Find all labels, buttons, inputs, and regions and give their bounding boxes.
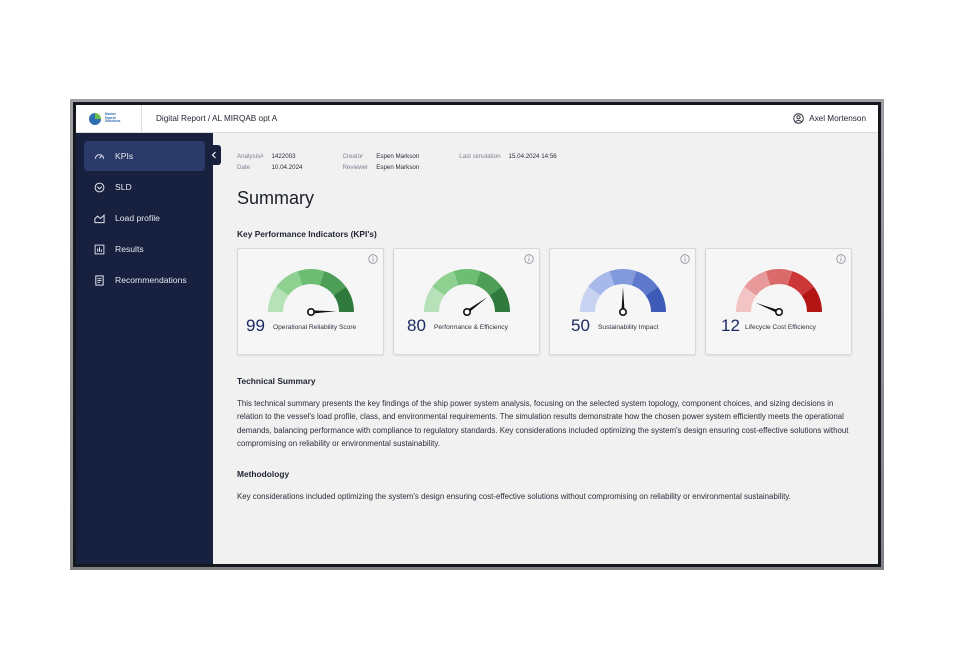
sidebar-item-recommendations[interactable]: Recommendations: [84, 265, 205, 295]
sidebar-item-label: SLD: [115, 182, 132, 192]
gauge-hub: [774, 307, 783, 316]
app-screen: Marine Hybrid Solutions Digital Report /…: [76, 105, 878, 564]
kpi-label: Performance & Efficiency: [434, 324, 508, 331]
monitor-bezel: Marine Hybrid Solutions Digital Report /…: [73, 102, 881, 567]
analysis-value: 1422003: [271, 153, 296, 160]
top-bar: Marine Hybrid Solutions Digital Report /…: [76, 105, 878, 133]
monitor-frame: Marine Hybrid Solutions Digital Report /…: [70, 99, 884, 570]
kpi-value: 80: [407, 316, 426, 335]
kpi-section-heading: Key Performance Indicators (KPI's): [237, 229, 377, 239]
logo-text: Marine Hybrid Solutions: [105, 112, 121, 124]
sidebar-item-label: Load profile: [115, 213, 160, 223]
sidebar-item-sld[interactable]: SLD: [84, 172, 205, 202]
reviewer-label: Reviewer: [342, 164, 369, 171]
reviewer-value: Espen Markson: [376, 164, 420, 171]
kpi-card-reliability[interactable]: 99 Operational Reliability Score: [237, 248, 384, 355]
last-simulation-value: 15.04.2024 14:56: [508, 153, 557, 160]
diagram-icon: [94, 182, 105, 192]
gauge-hub: [462, 307, 471, 316]
gauge-hub: [618, 307, 627, 316]
kpi-value: 12: [721, 316, 740, 335]
company-logo[interactable]: Marine Hybrid Solutions: [76, 105, 142, 132]
sidebar-item-kpis[interactable]: KPIs: [84, 141, 205, 171]
sidebar-item-label: Recommendations: [115, 275, 187, 285]
meta-col-analysis: Analysis# 1422003 Date 10.04.2024: [237, 153, 302, 171]
chart-area-icon: [94, 213, 105, 223]
gauge-hub: [306, 307, 315, 316]
kpi-cards: 99 Operational Reliability Score 80 Perf…: [237, 248, 857, 355]
user-avatar-icon: [793, 113, 804, 124]
meta-col-people: Creator Espen Markson Reviewer Espen Mar…: [342, 153, 419, 171]
kpi-value: 50: [571, 316, 590, 335]
app-body: KPIs SLD Load profile Results Recommenda…: [76, 133, 878, 564]
kpi-gauge: [424, 269, 510, 316]
kpi-label: Operational Reliability Score: [273, 324, 357, 331]
info-icon[interactable]: [836, 254, 846, 264]
main-content: Analysis# 1422003 Date 10.04.2024 Creato…: [213, 133, 878, 564]
kpi-gauge: [736, 269, 822, 316]
gauge-segment: [297, 269, 325, 286]
sidebar-item-results[interactable]: Results: [84, 234, 205, 264]
kpi-card-performance[interactable]: 80 Performance & Efficiency: [393, 248, 540, 355]
kpi-card-lifecycle-cost[interactable]: 12 Lifecycle Cost Efficiency: [705, 248, 852, 355]
logo-mark-icon: [89, 112, 101, 125]
technical-summary-text: This technical summary presents the key …: [237, 399, 849, 448]
breadcrumb[interactable]: Digital Report / AL MIRQAB opt A: [156, 114, 277, 123]
kpi-gauge: [580, 269, 666, 316]
report-metadata: Analysis# 1422003 Date 10.04.2024 Creato…: [237, 153, 857, 171]
kpi-label: Lifecycle Cost Efficiency: [745, 324, 816, 331]
gauge-icon: [94, 153, 105, 159]
gauge-segment: [765, 269, 793, 286]
technical-summary-heading: Technical Summary: [237, 376, 316, 386]
sidebar-item-label: Results: [115, 244, 144, 254]
kpi-card-sustainability[interactable]: 50 Sustainability Impact: [549, 248, 696, 355]
methodology-heading: Methodology: [237, 469, 290, 480]
user-menu[interactable]: Axel Mortenson: [793, 113, 866, 124]
date-value: 10.04.2024: [271, 164, 303, 171]
sidebar-item-load-profile[interactable]: Load profile: [84, 203, 205, 233]
date-label: Date: [237, 164, 251, 171]
creator-label: Creator: [342, 153, 364, 160]
kpi-label: Sustainability Impact: [598, 324, 659, 331]
kpi-value: 99: [246, 316, 265, 335]
gauge-segment: [453, 269, 481, 286]
info-icon[interactable]: [680, 254, 690, 264]
methodology-text: Key considerations included optimizing t…: [237, 492, 791, 502]
sidebar-item-label: KPIs: [115, 151, 134, 161]
info-icon[interactable]: [368, 254, 378, 264]
bar-chart-icon: [94, 244, 105, 254]
last-simulation-label: Last simulation: [459, 153, 501, 160]
kpi-gauge: [268, 269, 354, 316]
meta-col-simulation: Last simulation 15.04.2024 14:56: [459, 153, 556, 171]
document-icon: [95, 274, 104, 286]
page-title: Summary: [237, 188, 315, 208]
sidebar: KPIs SLD Load profile Results Recommenda…: [76, 133, 221, 564]
gauge-segment: [609, 269, 637, 286]
info-icon[interactable]: [524, 254, 534, 264]
user-name: Axel Mortenson: [809, 114, 866, 123]
analysis-label: Analysis#: [237, 153, 264, 160]
creator-value: Espen Markson: [376, 153, 420, 160]
